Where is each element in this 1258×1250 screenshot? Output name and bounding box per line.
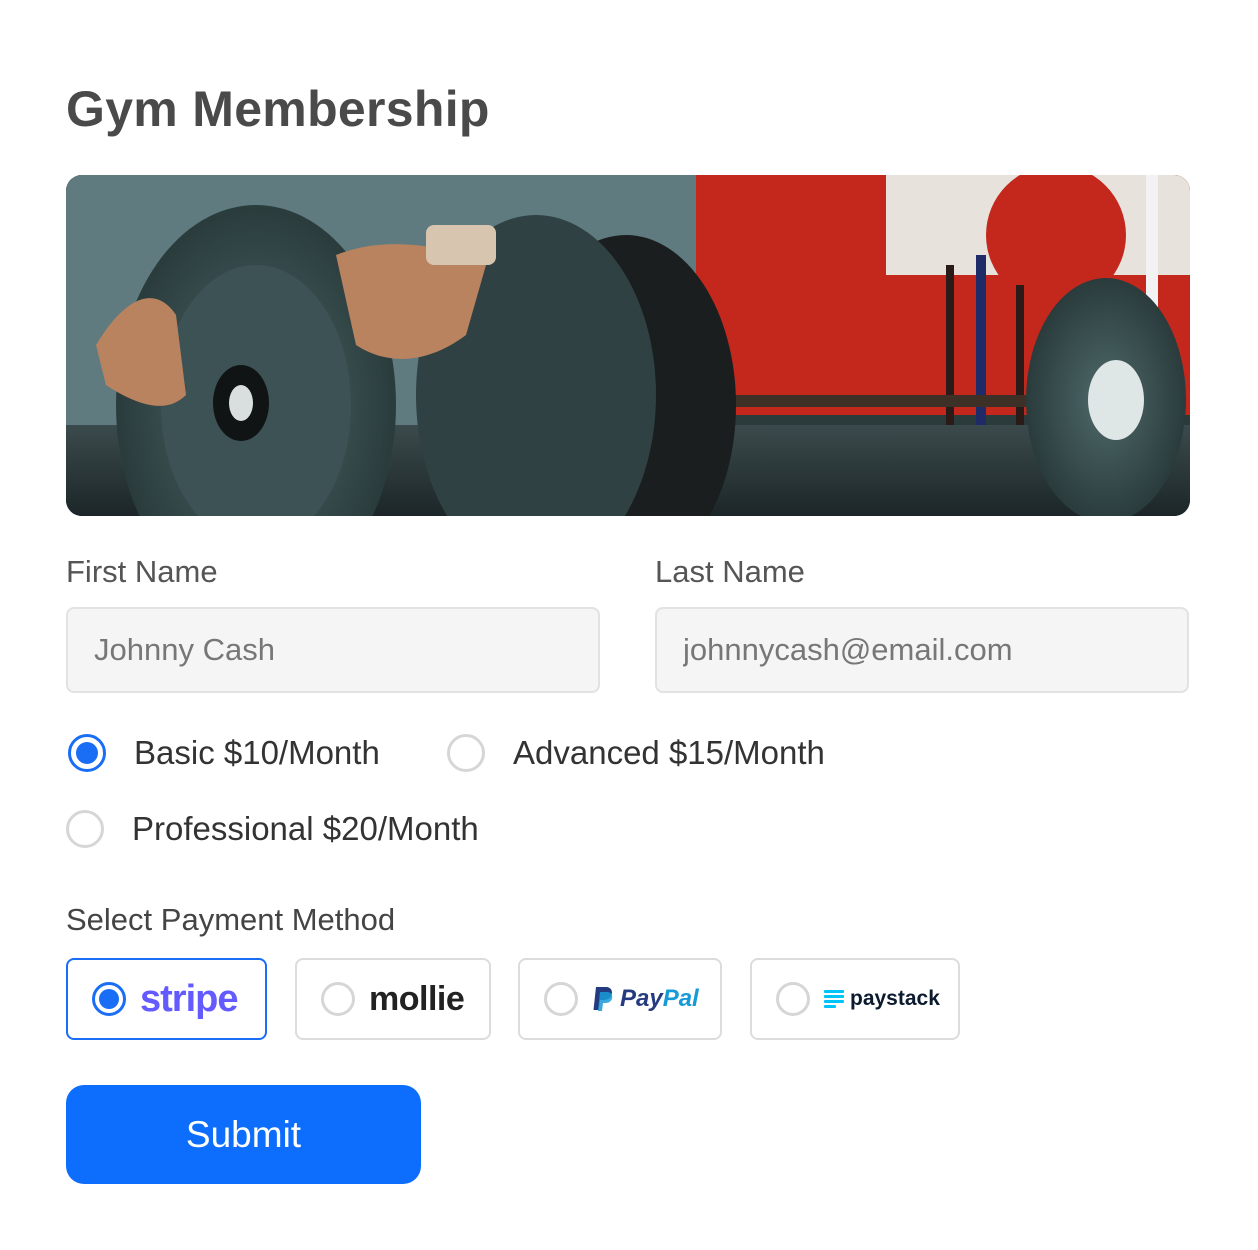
mollie-logo: mollie bbox=[369, 979, 465, 1018]
radio-unchecked-icon bbox=[447, 734, 485, 772]
hero-image bbox=[66, 175, 1190, 516]
payment-method-label: Select Payment Method bbox=[66, 902, 396, 937]
submit-button[interactable]: Submit bbox=[66, 1085, 421, 1184]
radio-unchecked-icon bbox=[544, 982, 578, 1016]
plan-label: Basic $10/Month bbox=[134, 734, 380, 771]
paypal-logo: PayPal bbox=[592, 985, 699, 1013]
plan-label: Advanced $15/Month bbox=[513, 734, 825, 771]
first-name-label: First Name bbox=[66, 554, 218, 589]
radio-unchecked-icon bbox=[776, 982, 810, 1016]
payment-option-stripe[interactable]: stripe bbox=[66, 958, 267, 1040]
radio-unchecked-icon bbox=[66, 810, 104, 848]
plan-option-professional[interactable]: Professional $20/Month bbox=[66, 810, 479, 848]
radio-checked-icon bbox=[92, 982, 126, 1016]
first-name-input[interactable] bbox=[66, 607, 600, 693]
page-title: Gym Membership bbox=[66, 81, 490, 137]
last-name-label: Last Name bbox=[655, 554, 805, 589]
paypal-p-icon bbox=[593, 987, 613, 1011]
stripe-logo: stripe bbox=[140, 977, 238, 1020]
plan-option-basic[interactable]: Basic $10/Month bbox=[68, 734, 380, 772]
paystack-bars-icon bbox=[824, 990, 844, 1008]
last-name-input[interactable] bbox=[655, 607, 1189, 693]
radio-unchecked-icon bbox=[321, 982, 355, 1016]
payment-option-paystack[interactable]: paystack bbox=[750, 958, 960, 1040]
plan-option-advanced[interactable]: Advanced $15/Month bbox=[447, 734, 825, 772]
plan-label: Professional $20/Month bbox=[132, 810, 479, 847]
payment-option-mollie[interactable]: mollie bbox=[295, 958, 491, 1040]
payment-option-paypal[interactable]: PayPal bbox=[518, 958, 722, 1040]
paystack-logo: paystack bbox=[824, 987, 940, 1011]
radio-checked-icon bbox=[68, 734, 106, 772]
